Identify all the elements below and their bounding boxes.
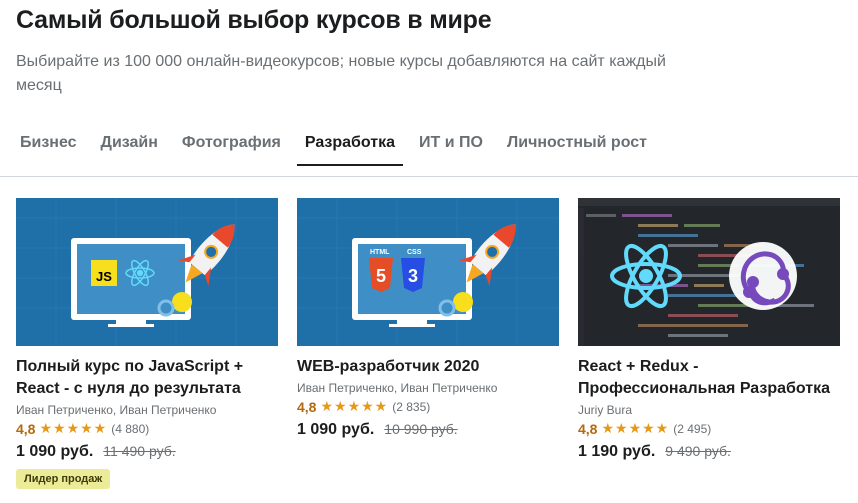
original-price: 10 990 руб.: [384, 421, 458, 437]
tabs-divider: [0, 176, 858, 177]
rating-value: 4,8: [578, 420, 598, 437]
course-title[interactable]: React + Redux - Профессиональная Разрабо…: [578, 356, 840, 400]
course-author: Иван Петриченко, Иван Петриченко: [297, 381, 498, 395]
html-label: HTML: [370, 249, 390, 256]
course-author: Иван Петриченко, Иван Петриченко: [16, 403, 217, 417]
tab-design[interactable]: Дизайн: [97, 134, 164, 168]
tab-photography[interactable]: Фотография: [178, 134, 287, 168]
original-price: 11 490 руб.: [103, 443, 176, 459]
review-count: (2 495): [673, 421, 712, 436]
current-price: 1 190 руб.: [578, 443, 656, 460]
course-card-web-developer[interactable]: HTML CSS 5 3 WEB-разработчик 2020 Иван П…: [297, 198, 559, 439]
tab-personal-growth[interactable]: Личностный рост: [503, 134, 653, 168]
course-thumbnail-react-redux: [578, 198, 840, 346]
review-count: (2 835): [392, 399, 431, 414]
course-card-javascript-react[interactable]: JS Полный курс по JavaScript + React - с…: [16, 198, 278, 489]
review-count: (4 880): [111, 421, 150, 436]
course-rating: 4,8 ★★★★★ (2 495): [578, 420, 840, 437]
js-logo-text: JS: [96, 269, 112, 284]
course-author: Juriy Bura: [578, 403, 633, 417]
css3-digit: 3: [408, 266, 418, 286]
star-rating-icon: ★★★★★: [39, 420, 108, 436]
bestseller-badge: Лидер продаж: [16, 469, 111, 489]
tab-business[interactable]: Бизнес: [16, 134, 83, 168]
category-tabs: Бизнес Дизайн Фотография Разработка ИТ и…: [16, 134, 667, 168]
star-rating-icon: ★★★★★: [601, 420, 670, 436]
course-rating: 4,8 ★★★★★ (2 835): [297, 398, 559, 415]
course-price: 1 090 руб. 11 490 руб.: [16, 443, 278, 461]
html5-digit: 5: [376, 266, 386, 286]
course-rating: 4,8 ★★★★★ (4 880): [16, 420, 278, 437]
current-price: 1 090 руб.: [297, 421, 375, 438]
course-price: 1 190 руб. 9 490 руб.: [578, 443, 840, 461]
course-thumbnail-html-css: HTML CSS 5 3: [297, 198, 559, 346]
course-title[interactable]: Полный курс по JavaScript + React - с ну…: [16, 356, 278, 400]
rating-value: 4,8: [16, 420, 36, 437]
current-price: 1 090 руб.: [16, 443, 94, 460]
redux-logo-icon: [729, 242, 797, 310]
course-title[interactable]: WEB-разработчик 2020: [297, 356, 559, 378]
css-label: CSS: [407, 249, 422, 256]
course-card-react-redux[interactable]: React + Redux - Профессиональная Разрабо…: [578, 198, 840, 461]
tab-it-software[interactable]: ИТ и ПО: [415, 134, 489, 168]
section-subtitle: Выбирайте из 100 000 онлайн-видеокурсов;…: [16, 53, 666, 94]
course-price: 1 090 руб. 10 990 руб.: [297, 421, 559, 439]
rating-value: 4,8: [297, 398, 317, 415]
section-title: Самый большой выбор курсов в мире: [16, 6, 492, 34]
original-price: 9 490 руб.: [665, 443, 731, 459]
tab-development[interactable]: Разработка: [296, 134, 404, 168]
course-thumbnail-js: JS: [16, 198, 278, 346]
star-rating-icon: ★★★★★: [320, 398, 389, 414]
